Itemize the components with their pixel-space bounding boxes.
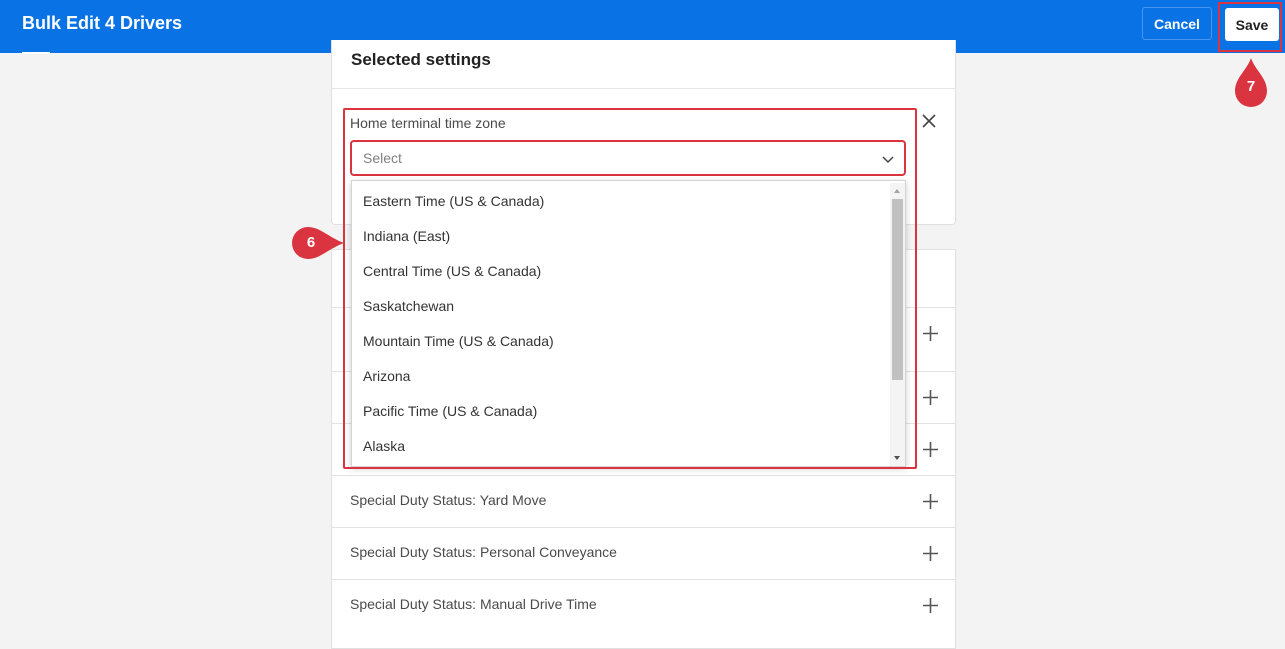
setting-label: Special Duty Status: Personal Conveyance [350, 544, 617, 560]
plus-icon[interactable] [922, 545, 939, 562]
page-title: Bulk Edit 4 Drivers [22, 13, 183, 33]
title-underline [22, 52, 50, 54]
settings-row-personal-conveyance: Special Duty Status: Personal Conveyance [332, 527, 955, 579]
settings-row-yard-move: Special Duty Status: Yard Move [332, 475, 955, 527]
divider [332, 88, 955, 89]
step-7-callout: 7 [1235, 58, 1267, 108]
plus-icon[interactable] [922, 441, 939, 458]
plus-icon[interactable] [922, 389, 939, 406]
step-6-callout: 6 [292, 227, 344, 259]
close-icon[interactable] [921, 113, 937, 129]
plus-icon[interactable] [922, 493, 939, 510]
setting-label: Special Duty Status: Yard Move [350, 492, 547, 508]
time-zone-highlight-box [343, 108, 917, 469]
settings-row-manual-drive-time: Special Duty Status: Manual Drive Time [332, 579, 955, 631]
step-7-number: 7 [1246, 78, 1256, 95]
selected-settings-heading: Selected settings [351, 50, 491, 69]
step-6-number: 6 [306, 234, 316, 251]
setting-label: Special Duty Status: Manual Drive Time [350, 596, 597, 612]
save-button[interactable]: Save [1225, 8, 1279, 41]
plus-icon[interactable] [922, 325, 939, 342]
cancel-button[interactable]: Cancel [1142, 7, 1212, 40]
plus-icon[interactable] [922, 597, 939, 614]
